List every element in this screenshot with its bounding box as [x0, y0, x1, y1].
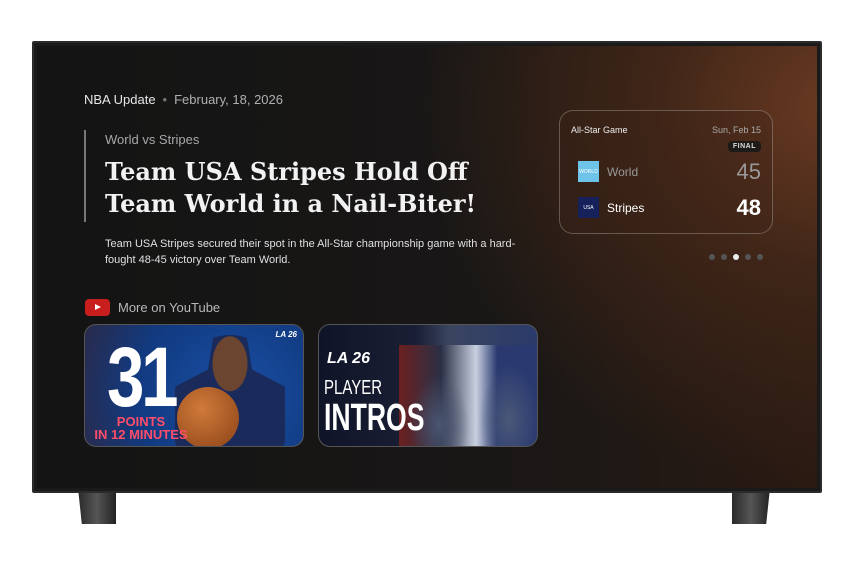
- carousel-dot[interactable]: [757, 254, 763, 260]
- tv-stand-right: [732, 488, 770, 524]
- article-subtitle: World vs Stripes: [105, 132, 200, 147]
- intro-line-2: INTROS: [324, 397, 425, 439]
- carousel-dot[interactable]: [745, 254, 751, 260]
- game-date: Sun, Feb 15: [711, 125, 761, 135]
- team-name: World: [607, 164, 639, 179]
- all-star-logo: LA 26: [327, 350, 370, 367]
- carousel-dot[interactable]: [709, 254, 715, 260]
- more-on-youtube[interactable]: More on YouTube: [85, 299, 220, 316]
- caption: POINTS IN 12 MINUTES: [91, 415, 191, 441]
- team-score-world: 45: [736, 159, 761, 184]
- youtube-icon: [85, 299, 110, 316]
- carousel-dots[interactable]: [709, 254, 763, 260]
- team-logo-world: WORLD: [578, 161, 599, 182]
- scorecard[interactable]: All-Star Game Sun, Feb 15 FINAL WORLD Wo…: [559, 110, 773, 234]
- accent-bar: [84, 130, 86, 222]
- video-thumbnail-player-intros[interactable]: LA 26 PLAYER INTROS: [318, 324, 538, 447]
- category-label: NBA Update: [84, 92, 156, 107]
- article-meta: NBA Update • February, 18, 2026: [84, 92, 283, 107]
- date-label: February, 18, 2026: [174, 92, 283, 107]
- video-thumbnail-31-points[interactable]: 31 POINTS IN 12 MINUTES LA 26: [84, 324, 304, 447]
- team-name: Stripes: [607, 200, 645, 215]
- tv-frame: NBA Update • February, 18, 2026 World vs S…: [32, 41, 822, 493]
- tv-screen: NBA Update • February, 18, 2026 World vs S…: [37, 46, 817, 488]
- carousel-dot[interactable]: [721, 254, 727, 260]
- separator: •: [162, 92, 168, 107]
- caption-line-2: IN 12 MINUTES: [94, 427, 188, 442]
- status-badge: FINAL: [727, 141, 761, 152]
- big-number: 31: [107, 330, 179, 424]
- game-label: All-Star Game: [571, 125, 628, 135]
- team-row-stripes: USA Stripes: [578, 197, 644, 218]
- team-row-world: WORLD World: [578, 161, 638, 182]
- carousel-dot[interactable]: [733, 254, 739, 260]
- youtube-label: More on YouTube: [118, 300, 221, 315]
- all-star-logo: LA 26: [275, 330, 298, 339]
- team-score-stripes: 48: [736, 195, 761, 220]
- team-logo-stripes: USA: [578, 197, 599, 218]
- article-description: Team USA Stripes secured their spot in t…: [105, 238, 516, 266]
- article-title: Team USA Stripes Hold Off Team World in …: [105, 157, 477, 218]
- tv-stand-left: [78, 488, 116, 524]
